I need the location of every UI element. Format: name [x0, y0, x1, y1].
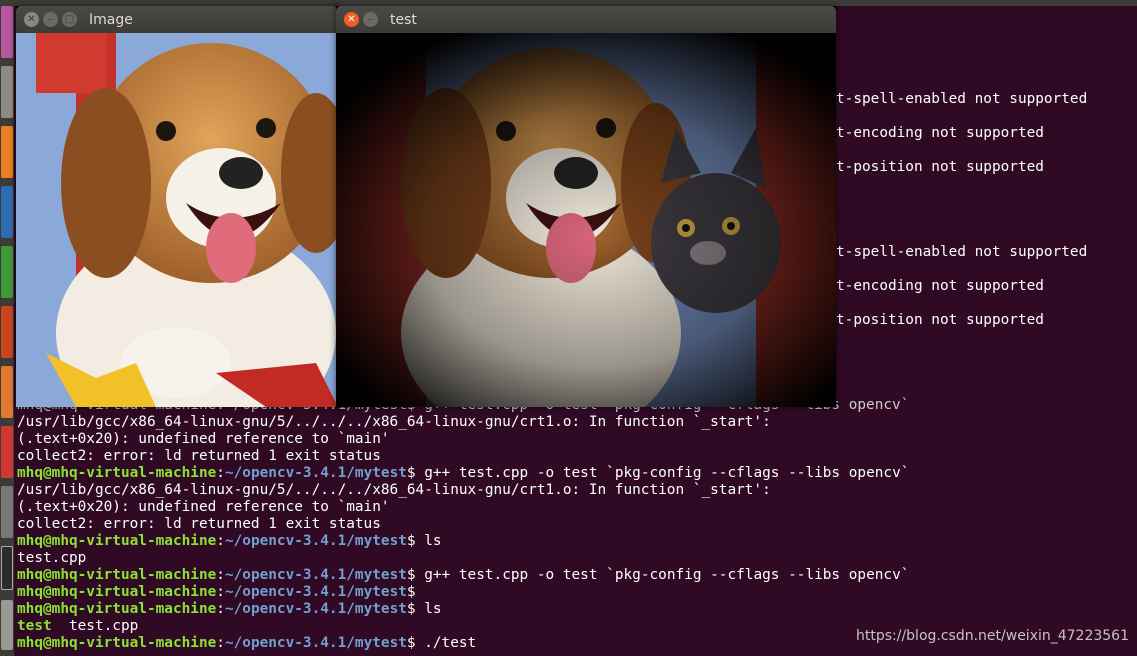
test-window[interactable]: ✕ – test — [336, 6, 836, 407]
prompt-end: $ g++ test.cpp -o test `pkg-config --cfl… — [406, 465, 910, 481]
prompt-user: mhq@mhq-virtual-machine — [17, 635, 217, 651]
prompt-separator: : — [216, 465, 225, 481]
window-title: test — [390, 12, 417, 28]
prompt-user: mhq@mhq-virtual-machine — [17, 584, 217, 600]
amazon-icon[interactable] — [1, 426, 13, 478]
prompt-separator: : — [216, 567, 225, 583]
prompt-end: $ g++ test.cpp -o test `pkg-config --cfl… — [406, 567, 910, 583]
terminal-command-line: mhq@mhq-virtual-machine:~/opencv-3.4.1/m… — [17, 533, 442, 550]
prompt-path: ~/opencv-3.4.1/mytest — [224, 635, 407, 651]
prompt-user: mhq@mhq-virtual-machine — [17, 533, 217, 549]
terminal-message: t-spell-enabled not supported — [836, 91, 1088, 107]
prompt-separator: : — [216, 635, 225, 651]
window-title: Image — [89, 12, 133, 28]
terminal-message: t-position not supported — [836, 312, 1044, 328]
minimize-icon[interactable]: – — [363, 12, 378, 27]
prompt-separator: : — [216, 584, 225, 600]
dash-icon[interactable] — [1, 6, 13, 58]
executable-file-name: test — [17, 618, 52, 634]
puppy-photo — [16, 33, 338, 407]
prompt-path: ~/opencv-3.4.1/mytest — [224, 567, 407, 583]
terminal-output-line: /usr/lib/gcc/x86_64-linux-gnu/5/../../..… — [17, 414, 771, 430]
prompt-end: $ ls — [406, 533, 442, 549]
terminal-command-line: mhq@mhq-virtual-machine:~/opencv-3.4.1/m… — [17, 567, 909, 584]
close-icon[interactable]: ✕ — [344, 12, 359, 27]
prompt-path: ~/opencv-3.4.1/mytest — [224, 584, 407, 600]
prompt-end: $ ls — [406, 601, 442, 617]
minimize-icon[interactable]: – — [43, 12, 58, 27]
terminal-message: t-spell-enabled not supported — [836, 244, 1088, 260]
prompt-path: ~/opencv-3.4.1/mytest — [224, 465, 407, 481]
terminal-message: t-encoding not supported — [836, 278, 1044, 294]
terminal-output-line: collect2: error: ld returned 1 exit stat… — [17, 448, 381, 464]
libreoffice-impress-icon[interactable] — [1, 306, 13, 358]
trash-icon[interactable] — [1, 600, 13, 650]
terminal-output-line: test test.cpp — [17, 618, 138, 635]
vignette-photo — [336, 33, 836, 407]
file-name: test.cpp — [51, 618, 139, 634]
terminal-icon[interactable] — [1, 546, 13, 590]
prompt-separator: : — [216, 533, 225, 549]
firefox-icon[interactable] — [1, 126, 13, 178]
prompt-path: ~/opencv-3.4.1/mytest — [224, 533, 407, 549]
settings-icon[interactable] — [1, 486, 13, 538]
image-canvas — [16, 33, 338, 407]
image-window[interactable]: ✕ – □ Image — [16, 6, 338, 407]
terminal-output-line: test.cpp — [17, 550, 87, 566]
software-center-icon[interactable] — [1, 366, 13, 418]
test-canvas — [336, 33, 836, 407]
libreoffice-calc-icon[interactable] — [1, 246, 13, 298]
terminal-output-line: (.text+0x20): undefined reference to `ma… — [17, 499, 390, 515]
terminal-command-line: mhq@mhq-virtual-machine:~/opencv-3.4.1/m… — [17, 465, 909, 482]
prompt-end: $ ./test — [406, 635, 477, 651]
terminal-message: t-position not supported — [836, 159, 1044, 175]
files-icon[interactable] — [1, 66, 13, 118]
terminal-output-line: /usr/lib/gcc/x86_64-linux-gnu/5/../../..… — [17, 482, 771, 498]
terminal-command-line: mhq@mhq-virtual-machine:~/opencv-3.4.1/m… — [17, 635, 476, 652]
prompt-end: $ — [406, 584, 425, 600]
close-icon[interactable]: ✕ — [24, 12, 39, 27]
prompt-path: ~/opencv-3.4.1/mytest — [224, 601, 407, 617]
libreoffice-writer-icon[interactable] — [1, 186, 13, 238]
image-window-titlebar[interactable]: ✕ – □ Image — [16, 6, 338, 33]
terminal-output-line: collect2: error: ld returned 1 exit stat… — [17, 516, 381, 532]
prompt-separator: : — [216, 601, 225, 617]
test-window-titlebar[interactable]: ✕ – test — [336, 6, 836, 33]
unity-launcher — [0, 0, 14, 656]
prompt-user: mhq@mhq-virtual-machine — [17, 567, 217, 583]
terminal-command-line: mhq@mhq-virtual-machine:~/opencv-3.4.1/m… — [17, 601, 442, 618]
prompt-user: mhq@mhq-virtual-machine — [17, 465, 217, 481]
prompt-user: mhq@mhq-virtual-machine — [17, 601, 217, 617]
terminal-command-line: mhq@mhq-virtual-machine:~/opencv-3.4.1/m… — [17, 584, 424, 601]
terminal-message: t-encoding not supported — [836, 125, 1044, 141]
maximize-icon[interactable]: □ — [62, 12, 77, 27]
terminal-output-line: (.text+0x20): undefined reference to `ma… — [17, 431, 390, 447]
watermark: https://blog.csdn.net/weixin_47223561 — [855, 628, 1129, 644]
